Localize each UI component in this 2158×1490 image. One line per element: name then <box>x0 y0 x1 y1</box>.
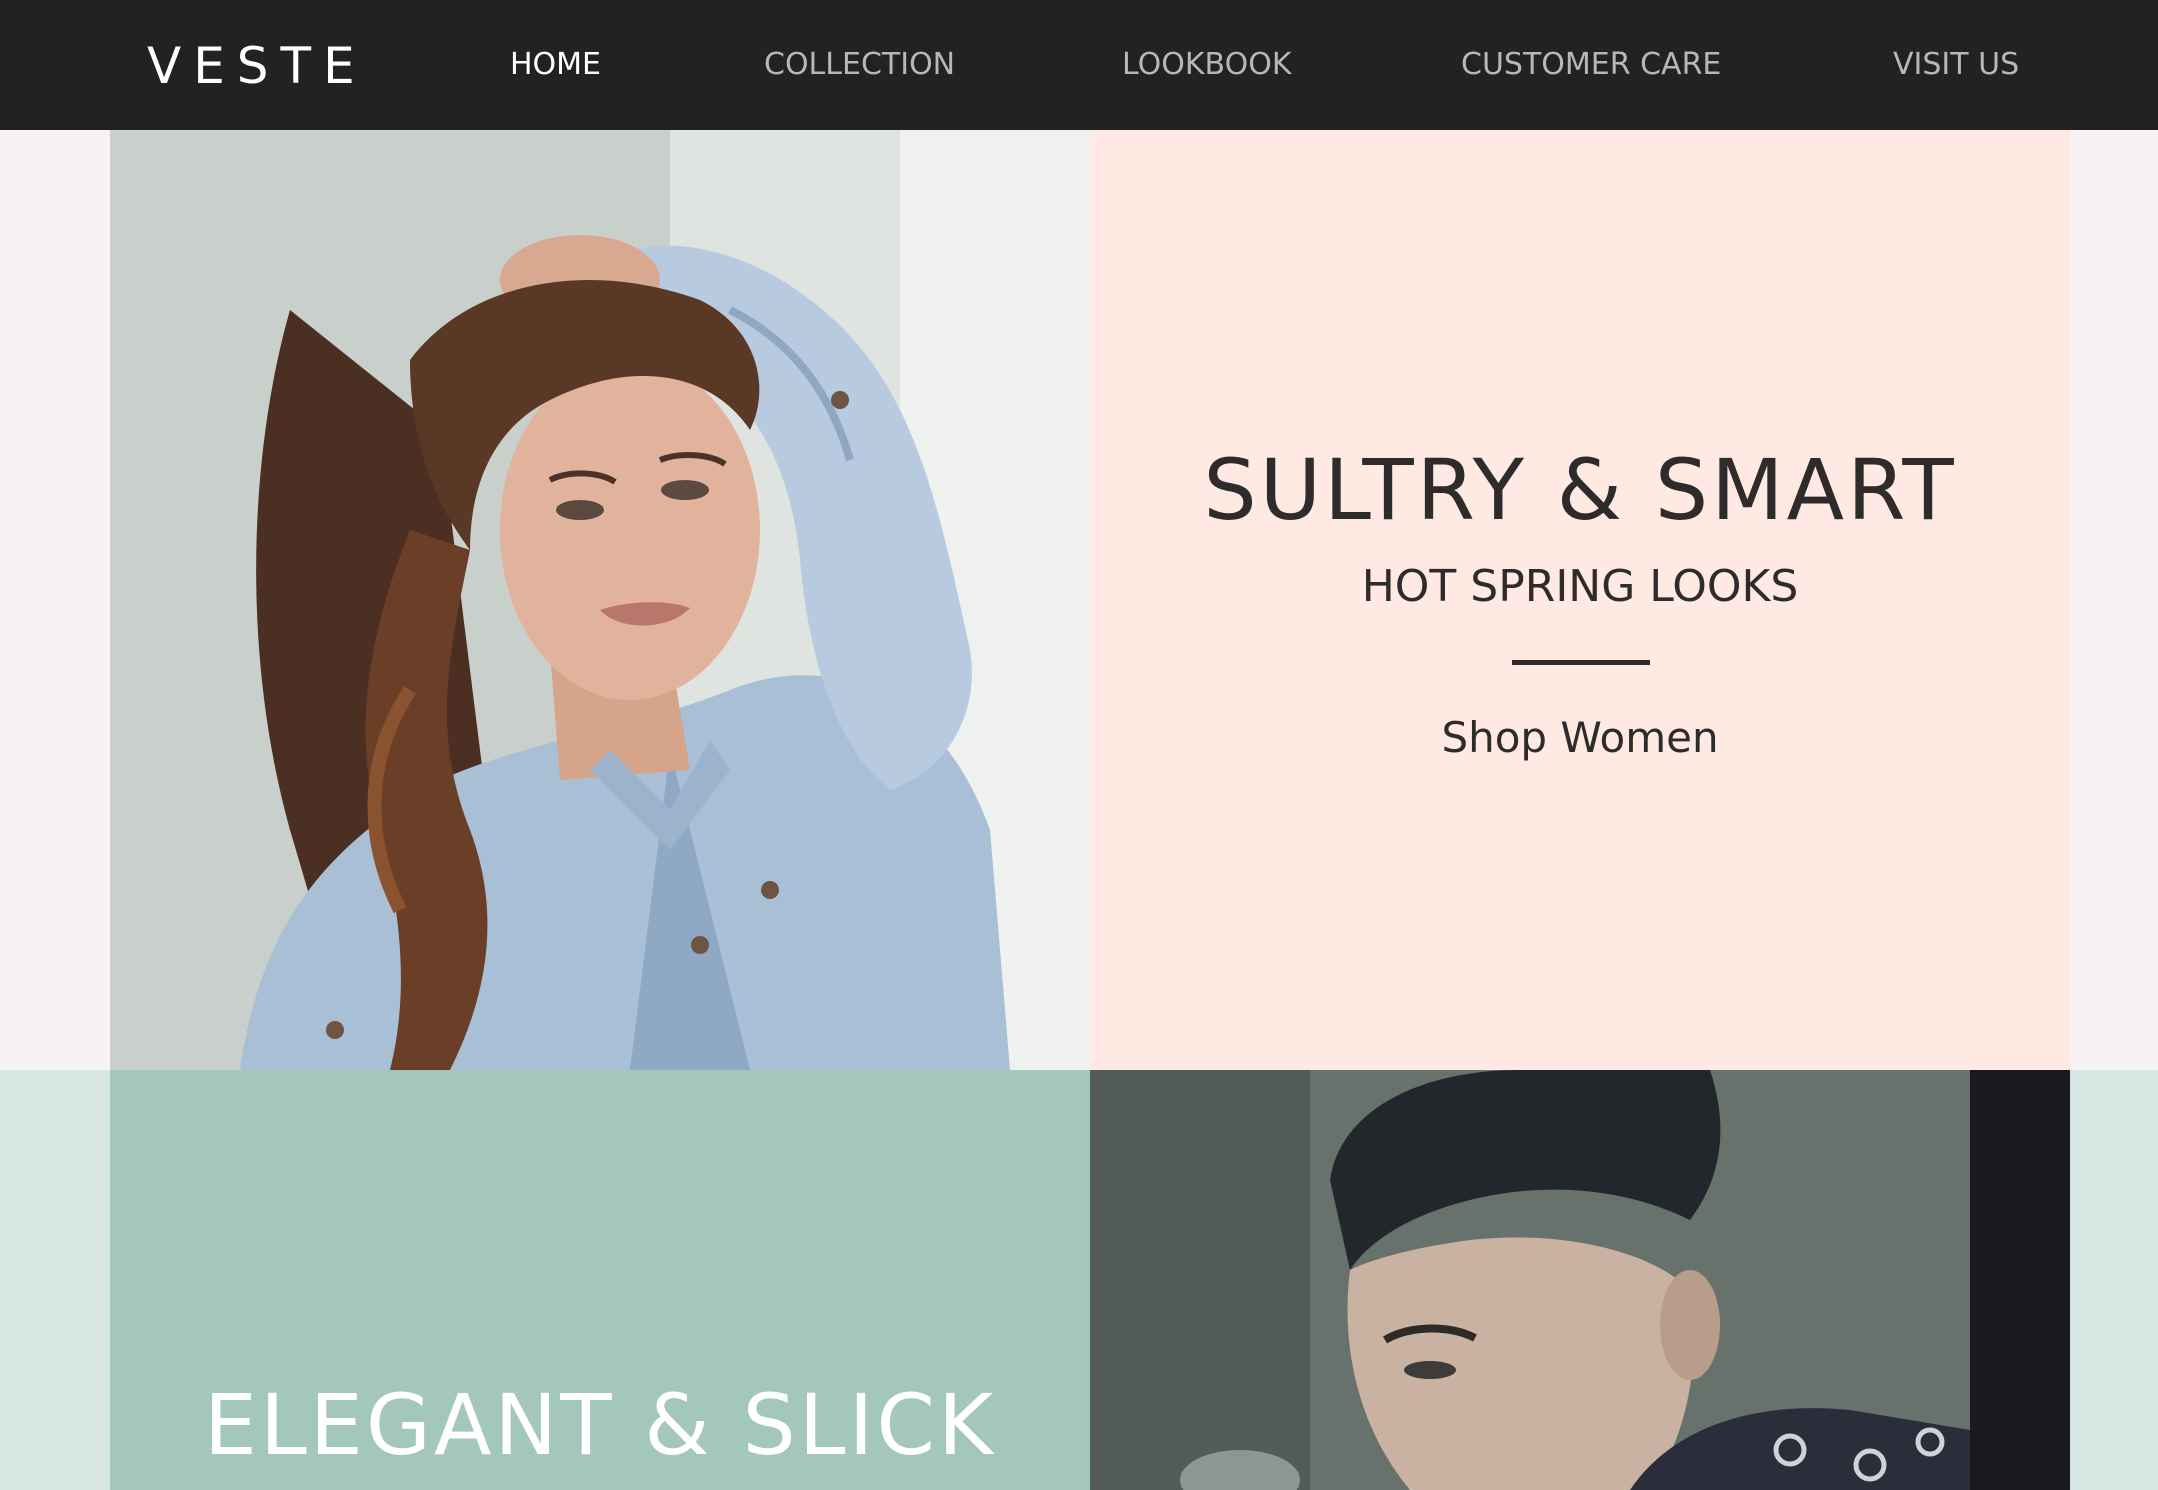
men-promo-panel: ELEGANT & SLICK <box>110 1070 1090 1490</box>
site-header: VESTE HOME COLLECTION LOOKBOOK CUSTOMER … <box>0 0 2158 130</box>
shop-women-link[interactable]: Shop Women <box>1090 712 2070 764</box>
nav-lookbook[interactable]: LOOKBOOK <box>1122 46 1292 84</box>
promo-divider <box>1512 660 1650 665</box>
women-promo-title: SULTRY & SMART <box>1203 441 1957 539</box>
woman-denim-shirt-photo <box>110 130 1090 1070</box>
nav-home[interactable]: HOME <box>510 46 601 84</box>
nav-collection[interactable]: COLLECTION <box>764 46 955 84</box>
women-promo-panel: SULTRY & SMART HOT SPRING LOOKS Shop Wom… <box>1090 130 2070 1070</box>
nav-customer-care[interactable]: CUSTOMER CARE <box>1461 46 1721 84</box>
man-portrait-photo <box>1090 1070 2070 1490</box>
men-promo-title: ELEGANT & SLICK <box>203 1376 997 1474</box>
site-logo[interactable]: VESTE <box>147 38 367 94</box>
woman-photo-illustration <box>110 130 1090 1070</box>
women-promo-subtitle: HOT SPRING LOOKS <box>1361 561 1799 612</box>
nav-visit-us[interactable]: VISIT US <box>1893 46 2019 84</box>
man-photo-illustration <box>1090 1070 2070 1490</box>
